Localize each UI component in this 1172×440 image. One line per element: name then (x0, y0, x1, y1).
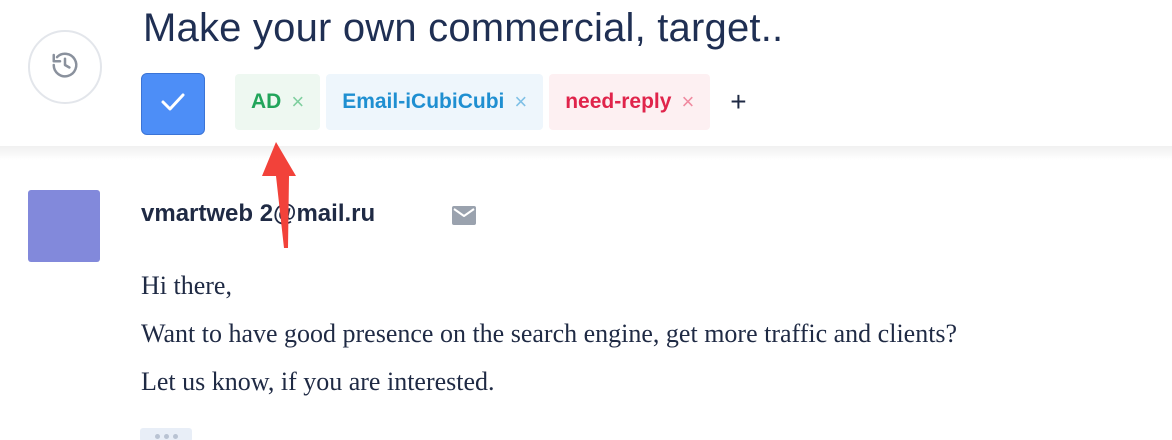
envelope-icon (452, 206, 476, 230)
remove-tag-icon[interactable]: × (291, 89, 304, 115)
mark-done-button[interactable] (141, 73, 205, 135)
tag-label: Email-iCubiCubi (342, 90, 505, 113)
tag-label: need-reply (565, 90, 672, 113)
add-tag-button[interactable]: + (730, 86, 746, 118)
sender-email[interactable]: vmartweb 2@mail.ru (141, 200, 375, 228)
sender-avatar (28, 190, 100, 262)
message-line: Want to have good presence on the search… (141, 319, 958, 348)
remove-tag-icon[interactable]: × (514, 89, 527, 115)
history-icon (50, 50, 80, 85)
check-icon (159, 91, 187, 118)
dot-icon (154, 434, 160, 439)
tag-list: AD × Email-iCubiCubi × need-reply × + (235, 74, 747, 130)
history-button[interactable] (28, 30, 102, 104)
tag-label: AD (251, 90, 282, 113)
message-body: Hi there, Want to have good presence on … (141, 262, 957, 406)
tag-need-reply[interactable]: need-reply × (549, 74, 711, 130)
message-line: Hi there, (141, 271, 232, 300)
header-divider (0, 146, 1172, 160)
dot-icon (163, 434, 169, 439)
conversation-subject: Make your own commercial, target.. (143, 6, 784, 50)
tag-ad[interactable]: AD × (235, 74, 321, 130)
message-line: Let us know, if you are interested. (141, 367, 495, 396)
conversation-header: Make your own commercial, target.. AD × … (0, 0, 1172, 150)
show-quoted-button[interactable] (140, 428, 192, 440)
dot-icon (172, 434, 178, 439)
tag-email-icubicubi[interactable]: Email-iCubiCubi × (326, 74, 544, 130)
remove-tag-icon[interactable]: × (681, 89, 694, 115)
